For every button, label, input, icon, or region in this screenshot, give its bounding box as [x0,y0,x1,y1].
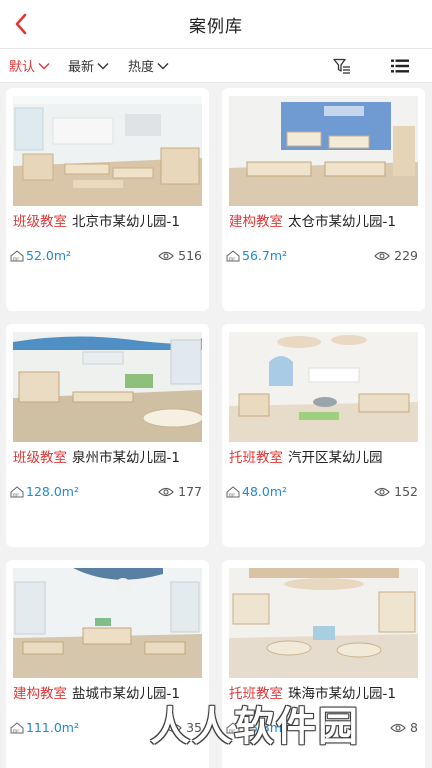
svg-text:m²: m² [13,256,19,262]
eye-icon [374,251,390,260]
case-views-count: 516 [178,248,202,263]
case-meta: m² 128.0m² 177 [8,484,206,504]
case-views: 8 [390,720,418,735]
case-area-value: 52.0m² [26,248,72,263]
case-tag: 班级教室 [13,214,67,230]
filter-newest-label: 最新 [68,60,95,75]
case-views-count: 8 [410,720,418,735]
case-title: 班级教室 北京市某幼儿园-1 [13,210,202,230]
case-area-value: 48.0m² [242,484,288,499]
case-title: 建构教室 太仓市某幼儿园-1 [229,210,418,230]
case-views: 177 [158,484,202,499]
filter-bar: 默认 最新 热度 [0,49,432,83]
case-area-value: 111.0m² [26,720,79,735]
case-views: 516 [158,248,202,263]
eye-icon [158,251,174,260]
case-views-count: 152 [394,484,418,499]
eye-icon [374,487,390,496]
filter-default[interactable]: 默认 [9,49,50,82]
case-tag: 建构教室 [229,214,283,230]
case-meta: m² 52.0m² 516 [8,248,206,268]
case-card[interactable]: 托班教室 汽开区某幼儿园 m² 48.0m² 152 [222,324,425,547]
svg-text:m²: m² [13,492,19,498]
case-card[interactable]: 班级教室 北京市某幼儿园-1 m² 52.0m² 516 [6,88,209,311]
case-tag: 建构教室 [13,686,67,702]
case-views: 229 [374,248,418,263]
svg-text:m²: m² [229,492,235,498]
case-name: 泉州市某幼儿园-1 [72,450,180,466]
case-views-count: 229 [394,248,418,263]
chevron-down-icon [97,62,109,69]
filter-icon [333,58,350,74]
eye-icon [390,723,406,732]
filter-button[interactable] [330,55,354,77]
chevron-left-icon [15,13,27,35]
case-name: 汽开区某幼儿园 [288,450,383,466]
case-card[interactable]: 建构教室 太仓市某幼儿园-1 m² 56.7m² 229 [222,88,425,311]
case-title: 托班教室 汽开区某幼儿园 [229,446,418,466]
case-name: 太仓市某幼儿园-1 [288,214,396,230]
top-bar: 案例库 [0,0,432,49]
case-grid: 班级教室 北京市某幼儿园-1 m² 52.0m² 516 建构教室 太仓市某幼儿… [0,82,432,768]
filter-newest[interactable]: 最新 [68,49,109,82]
case-views: 152 [374,484,418,499]
case-area: m² 56.7m² [226,248,287,263]
case-area: m² 52.0m² [10,248,71,263]
page-title: 案例库 [189,16,243,37]
case-area: m² 48.0m² [226,484,287,499]
filter-popularity-label: 热度 [128,60,155,75]
case-thumbnail[interactable] [229,96,418,206]
case-area-value: 56.7m² [242,248,288,263]
eye-icon [158,487,174,496]
case-name: 北京市某幼儿园-1 [72,214,180,230]
case-tag: 班级教室 [13,450,67,466]
case-card[interactable]: 班级教室 泉州市某幼儿园-1 m² 128.0m² 177 [6,324,209,547]
svg-text:m²: m² [13,728,19,734]
house-area-icon: m² [226,485,240,498]
house-area-icon: m² [10,485,24,498]
house-area-icon: m² [226,249,240,262]
case-tag: 托班教室 [229,450,283,466]
house-area-icon: m² [10,249,24,262]
chevron-down-icon [157,62,169,69]
case-thumbnail[interactable] [13,96,202,206]
svg-text:m²: m² [229,256,235,262]
filter-popularity[interactable]: 热度 [128,49,169,82]
list-icon [391,59,409,73]
watermark-text: 人人软件园 [150,704,360,750]
case-area: m² 111.0m² [10,720,79,735]
case-thumbnail[interactable] [229,332,418,442]
back-button[interactable] [6,10,36,38]
case-meta: m² 56.7m² 229 [224,248,422,268]
case-views-count: 177 [178,484,202,499]
case-thumbnail[interactable] [13,332,202,442]
filter-default-label: 默认 [9,60,36,75]
chevron-down-icon [38,62,50,69]
case-title: 班级教室 泉州市某幼儿园-1 [13,446,202,466]
list-view-button[interactable] [388,55,412,77]
case-area: m² 128.0m² [10,484,79,499]
case-area-value: 128.0m² [26,484,79,499]
case-meta: m² 48.0m² 152 [224,484,422,504]
case-thumbnail[interactable] [13,568,202,678]
house-area-icon: m² [10,721,24,734]
case-thumbnail[interactable] [229,568,418,678]
